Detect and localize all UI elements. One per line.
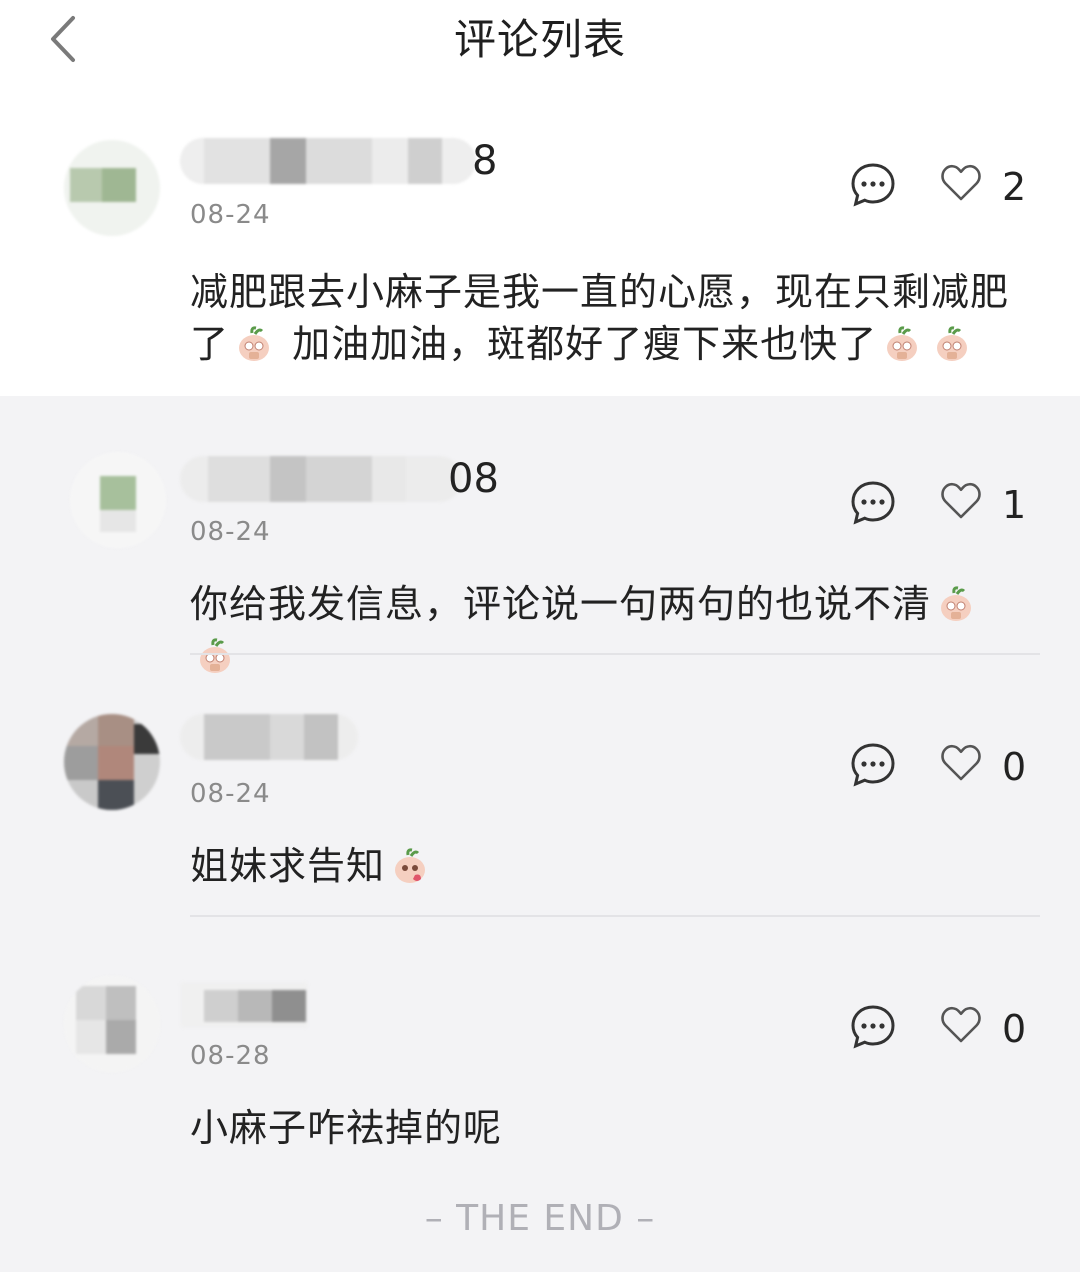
speech-bubble-icon bbox=[851, 163, 895, 207]
page-title: 评论列表 bbox=[453, 15, 626, 64]
reply-button[interactable] bbox=[850, 1004, 896, 1054]
sticker-emoji-icon bbox=[395, 848, 426, 883]
speech-bubble-icon bbox=[851, 743, 895, 787]
speech-bubble-icon bbox=[851, 1005, 895, 1049]
comment-date: 08-28 bbox=[190, 1041, 271, 1071]
comment-date: 08-24 bbox=[190, 779, 271, 809]
avatar[interactable] bbox=[70, 452, 166, 548]
heart-icon bbox=[941, 744, 981, 781]
top-bar: 评论列表 bbox=[0, 0, 1080, 92]
like-button[interactable] bbox=[940, 744, 982, 786]
comment-text: 减肥跟去小麻子是我一直的心愿，现在只剩减肥了 加油加油，斑都好了瘦下来也快了 bbox=[190, 270, 1010, 366]
avatar[interactable] bbox=[64, 140, 160, 236]
comment-date: 08-24 bbox=[190, 517, 271, 547]
heart-icon bbox=[941, 1006, 981, 1043]
speech-bubble-icon bbox=[851, 481, 895, 525]
sticker-emoji-icon bbox=[200, 638, 230, 673]
heart-icon bbox=[941, 482, 981, 519]
comment-text: 姐妹求告知 bbox=[190, 840, 1030, 892]
sticker-emoji-icon bbox=[239, 326, 270, 361]
like-count: 0 bbox=[1002, 745, 1027, 789]
avatar[interactable] bbox=[64, 714, 160, 810]
like-count: 0 bbox=[1002, 1007, 1027, 1051]
end-marker: – THE END – bbox=[424, 1198, 656, 1239]
username-visible-suffix: 08 bbox=[448, 456, 499, 502]
divider bbox=[190, 915, 1040, 917]
comment-text: 你给我发信息，评论说一句两句的也说不清 bbox=[190, 578, 1030, 682]
comment-text: 小麻子咋祛掉的呢 bbox=[190, 1106, 503, 1150]
heart-icon bbox=[941, 164, 981, 201]
divider bbox=[190, 653, 1040, 655]
sticker-emoji-icon bbox=[887, 326, 918, 361]
sticker-emoji-icon bbox=[937, 326, 968, 361]
reply-button[interactable] bbox=[850, 742, 896, 792]
username-visible-suffix: 8 bbox=[472, 138, 498, 184]
sticker-emoji-icon bbox=[941, 586, 972, 621]
like-button[interactable] bbox=[940, 1006, 982, 1048]
like-count: 2 bbox=[1002, 165, 1027, 209]
reply-button[interactable] bbox=[850, 480, 896, 530]
reply-button[interactable] bbox=[850, 162, 896, 212]
like-button[interactable] bbox=[940, 164, 982, 206]
avatar[interactable] bbox=[64, 976, 160, 1072]
comment-date: 08-24 bbox=[190, 200, 271, 230]
like-button[interactable] bbox=[940, 482, 982, 524]
like-count: 1 bbox=[1002, 483, 1027, 527]
